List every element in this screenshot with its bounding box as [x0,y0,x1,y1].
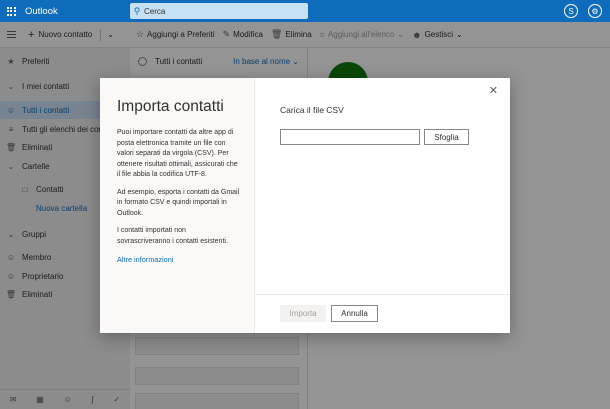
import-button[interactable]: Importa [280,305,326,322]
dialog-upload-panel: ✕ Carica il file CSV Sfoglia Importa Ann… [255,78,510,333]
app-launcher-icon[interactable] [0,0,22,22]
csv-upload-label: Carica il file CSV [280,105,344,115]
skype-icon[interactable]: S [564,4,578,18]
more-info-link[interactable]: Altre informazioni [117,255,240,264]
import-contacts-dialog: Importa contatti Puoi importare contatti… [100,78,510,333]
search-placeholder: Cerca [144,6,166,16]
dialog-info-panel: Importa contatti Puoi importare contatti… [100,78,255,333]
close-icon[interactable]: ✕ [489,84,498,97]
dialog-description: Puoi importare contatti da altre app di … [117,129,238,178]
divider [255,294,510,295]
csv-file-input[interactable] [280,129,420,145]
browse-button[interactable]: Sfoglia [424,129,469,145]
search-box[interactable]: ⚲ Cerca [130,3,308,19]
search-icon: ⚲ [133,5,141,16]
dialog-example: Ad esempio, esporta i contatti da Gmail … [117,188,240,217]
top-bar: Outlook ⚲ Cerca S ⚙ [0,0,610,22]
dialog-note: I contatti importati non sovrascriverann… [117,227,228,245]
app-title[interactable]: Outlook [25,6,58,17]
cancel-button[interactable]: Annulla [331,305,378,322]
settings-gear-icon[interactable]: ⚙ [588,4,602,18]
dialog-title: Importa contatti [117,98,224,115]
